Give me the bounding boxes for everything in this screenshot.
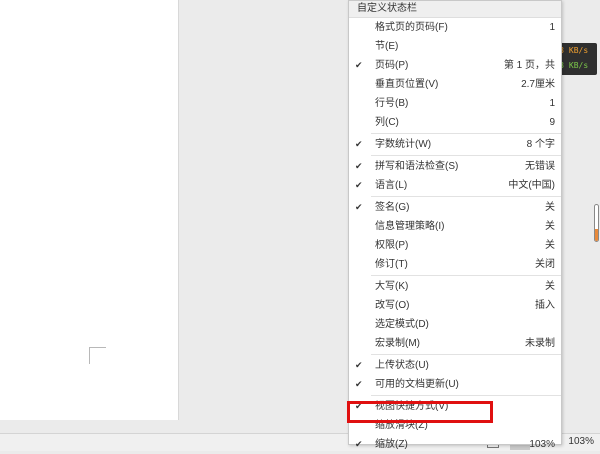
- menu-item[interactable]: ✔ 签名(G) 关: [349, 198, 561, 217]
- menu-item[interactable]: 行号(B) 1: [349, 94, 561, 113]
- menu-item-value: 无错误: [525, 161, 555, 172]
- menu-item-label: 信息管理策略(I): [375, 221, 445, 232]
- menu-item-label: 可用的文档更新(U): [375, 379, 459, 390]
- menu-item[interactable]: 权限(P) 关: [349, 236, 561, 255]
- menu-separator: [371, 155, 561, 156]
- menu-separator: [371, 395, 561, 396]
- menu-item-value: 插入: [535, 300, 555, 311]
- menu-item-label: 语言(L): [375, 180, 408, 191]
- menu-item-value: 中文(中国): [508, 180, 555, 191]
- menu-item-value: 2.7厘米: [521, 79, 555, 90]
- menu-separator: [371, 354, 561, 355]
- menu-item[interactable]: ✔ 缩放(Z) 103%: [349, 435, 561, 454]
- menu-item-label: 签名(G): [375, 202, 410, 213]
- menu-item[interactable]: 节(E): [349, 37, 561, 56]
- checkmark-icon: ✔: [355, 439, 363, 449]
- scrollbar-thumb[interactable]: [594, 204, 599, 242]
- menu-item[interactable]: 宏录制(M) 未录制: [349, 334, 561, 353]
- menu-item-label: 改写(O): [375, 300, 410, 311]
- checkmark-icon: ✔: [355, 180, 363, 190]
- checkmark-icon: ✔: [355, 60, 363, 70]
- menu-item-value: 关闭: [535, 259, 555, 270]
- menu-item-label: 垂直页位置(V): [375, 79, 439, 90]
- menu-item-label: 行号(B): [375, 98, 409, 109]
- page-corner-mark: [89, 347, 106, 364]
- menu-item-value: 关: [545, 281, 555, 292]
- menu-item[interactable]: ✔ 字数统计(W) 8 个字: [349, 135, 561, 154]
- checkmark-icon: ✔: [355, 139, 363, 149]
- menu-item-value: 未录制: [525, 338, 555, 349]
- menu-item[interactable]: 垂直页位置(V) 2.7厘米: [349, 75, 561, 94]
- menu-item-value: 9: [549, 117, 555, 128]
- menu-item[interactable]: 改写(O) 插入: [349, 296, 561, 315]
- menu-separator: [371, 275, 561, 276]
- menu-item-label: 上传状态(U): [375, 360, 429, 371]
- menu-item-label: 选定模式(D): [375, 319, 429, 330]
- menu-title: 自定义状态栏: [349, 1, 561, 18]
- menu-item-label: 列(C): [375, 117, 399, 128]
- menu-item-label: 宏录制(M): [375, 338, 420, 349]
- menu-separator: [371, 133, 561, 134]
- menu-item-label: 节(E): [375, 41, 399, 52]
- menu-item-value: 关: [545, 221, 555, 232]
- menu-item[interactable]: 格式页的页码(F) 1: [349, 18, 561, 37]
- menu-item[interactable]: ✔ 可用的文档更新(U): [349, 375, 561, 394]
- zoom-level[interactable]: 103%: [568, 436, 594, 447]
- menu-item-value: 关: [545, 240, 555, 251]
- menu-item[interactable]: 列(C) 9: [349, 113, 561, 132]
- document-page: [0, 0, 179, 420]
- menu-item-label: 页码(P): [375, 60, 409, 71]
- menu-item-label: 修订(T): [375, 259, 408, 270]
- checkmark-icon: ✔: [355, 202, 363, 212]
- menu-item-value: 1: [549, 22, 555, 33]
- menu-item-label: 格式页的页码(F): [375, 22, 448, 33]
- menu-item[interactable]: ✔ 页码(P) 第 1 页，共: [349, 56, 561, 75]
- checkmark-icon: ✔: [355, 379, 363, 389]
- menu-item-value: 103%: [529, 439, 555, 450]
- menu-item-value: 8 个字: [526, 139, 555, 150]
- menu-item[interactable]: 信息管理策略(I) 关: [349, 217, 561, 236]
- menu-item-label: 大写(K): [375, 281, 409, 292]
- menu-item-label: 权限(P): [375, 240, 409, 251]
- menu-separator: [371, 196, 561, 197]
- menu-item[interactable]: 选定模式(D): [349, 315, 561, 334]
- highlight-annotation-box: [347, 401, 493, 423]
- menu-item[interactable]: ✔ 上传状态(U): [349, 356, 561, 375]
- customize-status-bar-menu: 自定义状态栏 格式页的页码(F) 1 节(E) ✔ 页码(P) 第 1 页，共垂直页位置(…: [348, 0, 562, 450]
- menu-item[interactable]: 大写(K) 关: [349, 277, 561, 296]
- menu-item-value: 关: [545, 202, 555, 213]
- menu-item[interactable]: ✔ 语言(L) 中文(中国): [349, 176, 561, 195]
- menu-item[interactable]: 修订(T) 关闭: [349, 255, 561, 274]
- checkmark-icon: ✔: [355, 360, 363, 370]
- menu-item-label: 字数统计(W): [375, 139, 432, 150]
- menu-item[interactable]: ✔ 拼写和语法检查(S) 无错误: [349, 157, 561, 176]
- checkmark-icon: ✔: [355, 161, 363, 171]
- menu-item-value: 1: [549, 98, 555, 109]
- menu-item-label: 缩放(Z): [375, 439, 408, 450]
- menu-item-label: 拼写和语法检查(S): [375, 161, 459, 172]
- menu-item-value: 第 1 页，共: [503, 60, 555, 71]
